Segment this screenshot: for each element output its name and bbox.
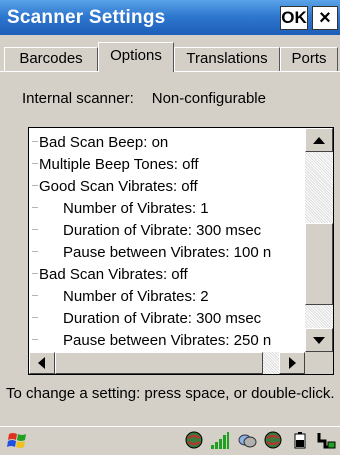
arrow-down-icon: [313, 337, 325, 344]
power-plug-icon[interactable]: [316, 430, 336, 450]
vertical-scrollbar[interactable]: [305, 128, 333, 352]
globe-icon[interactable]: [263, 430, 283, 450]
list-item[interactable]: ┄ Bad Scan Vibrates: off: [29, 264, 305, 286]
tree-line: ┄: [32, 313, 39, 324]
tree-line: ┄: [32, 335, 39, 346]
tree-line: ┄: [32, 291, 39, 302]
signal-bars-icon[interactable]: [210, 430, 230, 450]
window-title: Scanner Settings: [7, 7, 166, 28]
vertical-scroll-thumb[interactable]: [305, 223, 333, 305]
tab-translations[interactable]: Translations: [174, 47, 280, 71]
internal-scanner-row: Internal scanner: Non-configurable: [22, 90, 266, 107]
windows-flag-icon[interactable]: [6, 430, 30, 452]
scroll-down-button[interactable]: [305, 328, 333, 352]
settings-tree-list[interactable]: ┄ Bad Scan Beep: on ┄ Multiple Beep Tone…: [28, 127, 334, 375]
list-item[interactable]: ┄ Bad Scan Beep: on: [29, 132, 305, 154]
settings-list-area: ┄ Bad Scan Beep: on ┄ Multiple Beep Tone…: [29, 128, 305, 352]
tab-ports[interactable]: Ports: [280, 47, 338, 71]
tree-line: ┄: [32, 137, 39, 148]
horizontal-scrollbar[interactable]: [29, 352, 305, 374]
globe-icon[interactable]: [184, 430, 204, 450]
tree-line: ┄: [32, 181, 39, 192]
arrow-right-icon: [289, 357, 296, 369]
list-item[interactable]: ┄ Good Scan Vibrates: off: [29, 176, 305, 198]
list-item[interactable]: ┄ Number of Vibrates: 2: [29, 286, 305, 308]
tree-line: ┄: [32, 225, 39, 236]
list-item[interactable]: ┄ Multiple Beep Tones: off: [29, 154, 305, 176]
sync-icon[interactable]: [237, 430, 257, 450]
list-item[interactable]: ┄ Duration of Vibrate: 300 msec: [29, 220, 305, 242]
scroll-left-button[interactable]: [29, 352, 55, 374]
arrow-left-icon: [38, 357, 45, 369]
title-bar: Scanner Settings OK ×: [0, 0, 340, 35]
tab-options[interactable]: Options: [98, 42, 174, 72]
close-button[interactable]: ×: [312, 6, 338, 30]
list-item[interactable]: ┄ Pause between Vibrates: 250 n: [29, 330, 305, 352]
tree-line: ┄: [32, 269, 39, 280]
tree-line: ┄: [32, 247, 39, 258]
tab-strip: Barcodes Options Translations Ports: [0, 35, 340, 72]
scrollbar-corner: [305, 352, 333, 374]
arrow-up-icon: [313, 137, 325, 144]
scroll-right-button[interactable]: [279, 352, 305, 374]
system-tray: [182, 430, 336, 452]
battery-icon[interactable]: [290, 430, 310, 450]
internal-scanner-value: Non-configurable: [151, 90, 266, 107]
horizontal-scroll-thumb[interactable]: [55, 352, 263, 374]
tree-line: ┄: [32, 159, 39, 170]
tab-barcodes[interactable]: Barcodes: [4, 47, 98, 71]
hint-text: To change a setting: press space, or dou…: [6, 385, 335, 402]
list-item[interactable]: ┄ Duration of Vibrate: 300 msec: [29, 308, 305, 330]
tree-line: ┄: [32, 203, 39, 214]
list-item[interactable]: ┄ Pause between Vibrates: 100 n: [29, 242, 305, 264]
scroll-up-button[interactable]: [305, 128, 333, 152]
ok-button[interactable]: OK: [280, 6, 308, 30]
internal-scanner-label: Internal scanner:: [22, 90, 134, 107]
taskbar: [0, 426, 340, 455]
dialog-body: Barcodes Options Translations Ports Inte…: [0, 35, 340, 426]
list-item[interactable]: ┄ Number of Vibrates: 1: [29, 198, 305, 220]
